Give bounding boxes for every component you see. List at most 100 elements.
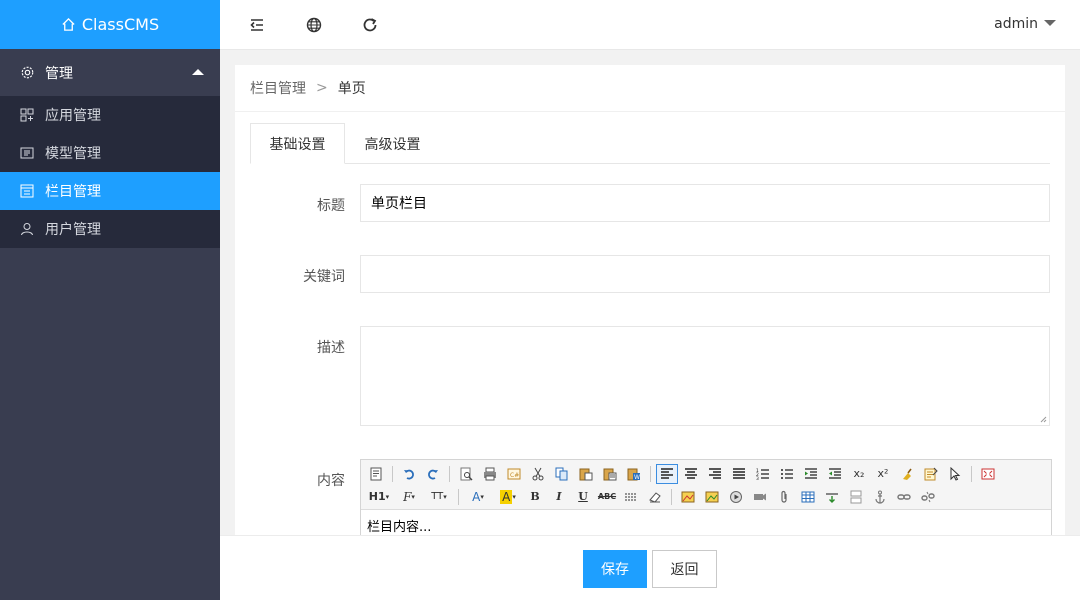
username: admin xyxy=(994,16,1038,32)
select-all-icon[interactable] xyxy=(920,464,942,484)
font-color-label: A xyxy=(472,489,481,504)
caret-down-icon xyxy=(1044,20,1056,26)
breadcrumb: 栏目管理 > 单页 xyxy=(235,65,1065,112)
back-button[interactable]: 返回 xyxy=(652,550,717,588)
caret-up-icon xyxy=(192,69,204,75)
nav-group-manage[interactable]: 管理 xyxy=(0,49,220,96)
ordered-list-icon[interactable]: 123 xyxy=(752,464,774,484)
eraser-icon[interactable] xyxy=(644,487,666,507)
toolbar-row-2: H1 ▾ F ▾ TT ▾ A ▾ A ▾ B I U ABC xyxy=(365,485,1047,508)
insert-image-icon[interactable] xyxy=(677,487,699,507)
insert-frame-icon[interactable] xyxy=(845,487,867,507)
apps-icon xyxy=(20,108,34,122)
sidebar-item-label: 用户管理 xyxy=(45,222,101,238)
sidebar-item-apps[interactable]: 应用管理 xyxy=(0,96,220,134)
sidebar-item-models[interactable]: 模型管理 xyxy=(0,134,220,172)
column-icon xyxy=(20,184,34,198)
template-icon[interactable]: C# xyxy=(503,464,525,484)
title-input[interactable]: 单页栏目 xyxy=(360,184,1050,222)
toolbar-divider xyxy=(392,465,393,482)
sidebar-item-users[interactable]: 用户管理 xyxy=(0,210,220,248)
fullscreen-icon[interactable] xyxy=(977,464,999,484)
link-icon[interactable] xyxy=(893,487,915,507)
insert-multi-image-icon[interactable] xyxy=(701,487,723,507)
underline-icon[interactable]: U xyxy=(572,487,594,507)
align-right-icon[interactable] xyxy=(704,464,726,484)
anchor-icon[interactable] xyxy=(869,487,891,507)
redo-icon[interactable] xyxy=(422,464,444,484)
background-color-dropdown[interactable]: A ▾ xyxy=(494,487,522,507)
cursor-icon[interactable] xyxy=(944,464,966,484)
toolbar-divider xyxy=(971,465,972,482)
toolbar-row-1: C# W 123 x₂ x² xyxy=(365,462,1047,485)
tab-bar: 基础设置 高级设置 xyxy=(250,123,1050,164)
unordered-list-icon[interactable] xyxy=(776,464,798,484)
sidebar-item-label: 栏目管理 xyxy=(45,184,101,200)
keywords-input[interactable] xyxy=(360,255,1050,293)
align-center-icon[interactable] xyxy=(680,464,702,484)
form-footer: 保存 返回 xyxy=(220,535,1080,600)
print-icon[interactable] xyxy=(479,464,501,484)
outdent-icon[interactable] xyxy=(824,464,846,484)
copy-icon[interactable] xyxy=(551,464,573,484)
font-family-dropdown[interactable]: F ▾ xyxy=(395,487,423,507)
insert-video-icon[interactable] xyxy=(749,487,771,507)
svg-text:C#: C# xyxy=(510,472,519,479)
align-left-icon[interactable] xyxy=(656,463,678,484)
indent-icon[interactable] xyxy=(800,464,822,484)
strikethrough-icon[interactable]: ABC xyxy=(596,487,618,507)
title-label: 标题 xyxy=(317,198,345,214)
refresh-icon[interactable] xyxy=(361,16,379,34)
clear-format-icon[interactable] xyxy=(896,464,918,484)
description-textarea[interactable] xyxy=(360,326,1050,426)
resize-grip-icon[interactable] xyxy=(1039,415,1047,423)
paste-text-icon[interactable] xyxy=(599,464,621,484)
heading-dropdown[interactable]: H1 ▾ xyxy=(365,487,393,507)
breadcrumb-current: 单页 xyxy=(337,81,366,97)
breadcrumb-parent[interactable]: 栏目管理 xyxy=(250,78,306,98)
source-code-icon[interactable] xyxy=(365,464,387,484)
user-menu[interactable]: admin xyxy=(994,16,1056,32)
paste-word-icon[interactable]: W xyxy=(623,464,645,484)
subnav: 应用管理 模型管理 栏目管理 用户管理 xyxy=(0,96,220,248)
content-card: 栏目管理 > 单页 基础设置 高级设置 标题 单页栏目 关键词 描述 内容 C# xyxy=(235,65,1065,535)
toolbar-divider xyxy=(671,488,672,505)
save-button[interactable]: 保存 xyxy=(583,550,647,588)
bg-color-label: A xyxy=(500,489,513,504)
editor-content[interactable]: 栏目内容... xyxy=(361,510,1051,535)
subscript-icon[interactable]: x₂ xyxy=(848,464,870,484)
sidebar: ClassCMS 管理 应用管理 模型管理 栏目管理 用户管理 xyxy=(0,0,220,600)
top-header: admin xyxy=(220,0,1080,50)
collapse-menu-icon[interactable] xyxy=(248,16,266,34)
user-icon xyxy=(20,222,34,236)
logo[interactable]: ClassCMS xyxy=(0,0,220,49)
paste-icon[interactable] xyxy=(575,464,597,484)
editor-toolbar: C# W 123 x₂ x² H1 ▾ F ▾ TT ▾ A ▾ A ▾ B I… xyxy=(361,460,1051,510)
page-break-icon[interactable] xyxy=(821,487,843,507)
align-justify-icon[interactable] xyxy=(728,464,750,484)
insert-table-icon[interactable] xyxy=(797,487,819,507)
superscript-icon[interactable]: x² xyxy=(872,464,894,484)
tab-advanced-settings[interactable]: 高级设置 xyxy=(345,123,440,164)
insert-media-icon[interactable] xyxy=(725,487,747,507)
description-label: 描述 xyxy=(317,340,345,356)
tab-basic-settings[interactable]: 基础设置 xyxy=(250,123,345,164)
content-label: 内容 xyxy=(317,473,345,489)
undo-icon[interactable] xyxy=(398,464,420,484)
unlink-icon[interactable] xyxy=(917,487,939,507)
horizontal-rule-icon[interactable] xyxy=(620,487,642,507)
breadcrumb-separator: > xyxy=(316,80,328,96)
font-size-dropdown[interactable]: TT ▾ xyxy=(425,487,453,507)
sidebar-item-columns[interactable]: 栏目管理 xyxy=(0,172,220,210)
italic-icon[interactable]: I xyxy=(548,487,570,507)
rich-text-editor: C# W 123 x₂ x² H1 ▾ F ▾ TT ▾ A ▾ A ▾ B I… xyxy=(360,459,1052,535)
app-title: ClassCMS xyxy=(81,15,160,34)
cut-icon[interactable] xyxy=(527,464,549,484)
nav-group-label: 管理 xyxy=(45,65,73,82)
sidebar-item-label: 模型管理 xyxy=(45,146,101,162)
font-color-dropdown[interactable]: A ▾ xyxy=(464,487,492,507)
bold-icon[interactable]: B xyxy=(524,487,546,507)
attachment-icon[interactable] xyxy=(773,487,795,507)
preview-icon[interactable] xyxy=(455,464,477,484)
globe-icon[interactable] xyxy=(305,16,323,34)
